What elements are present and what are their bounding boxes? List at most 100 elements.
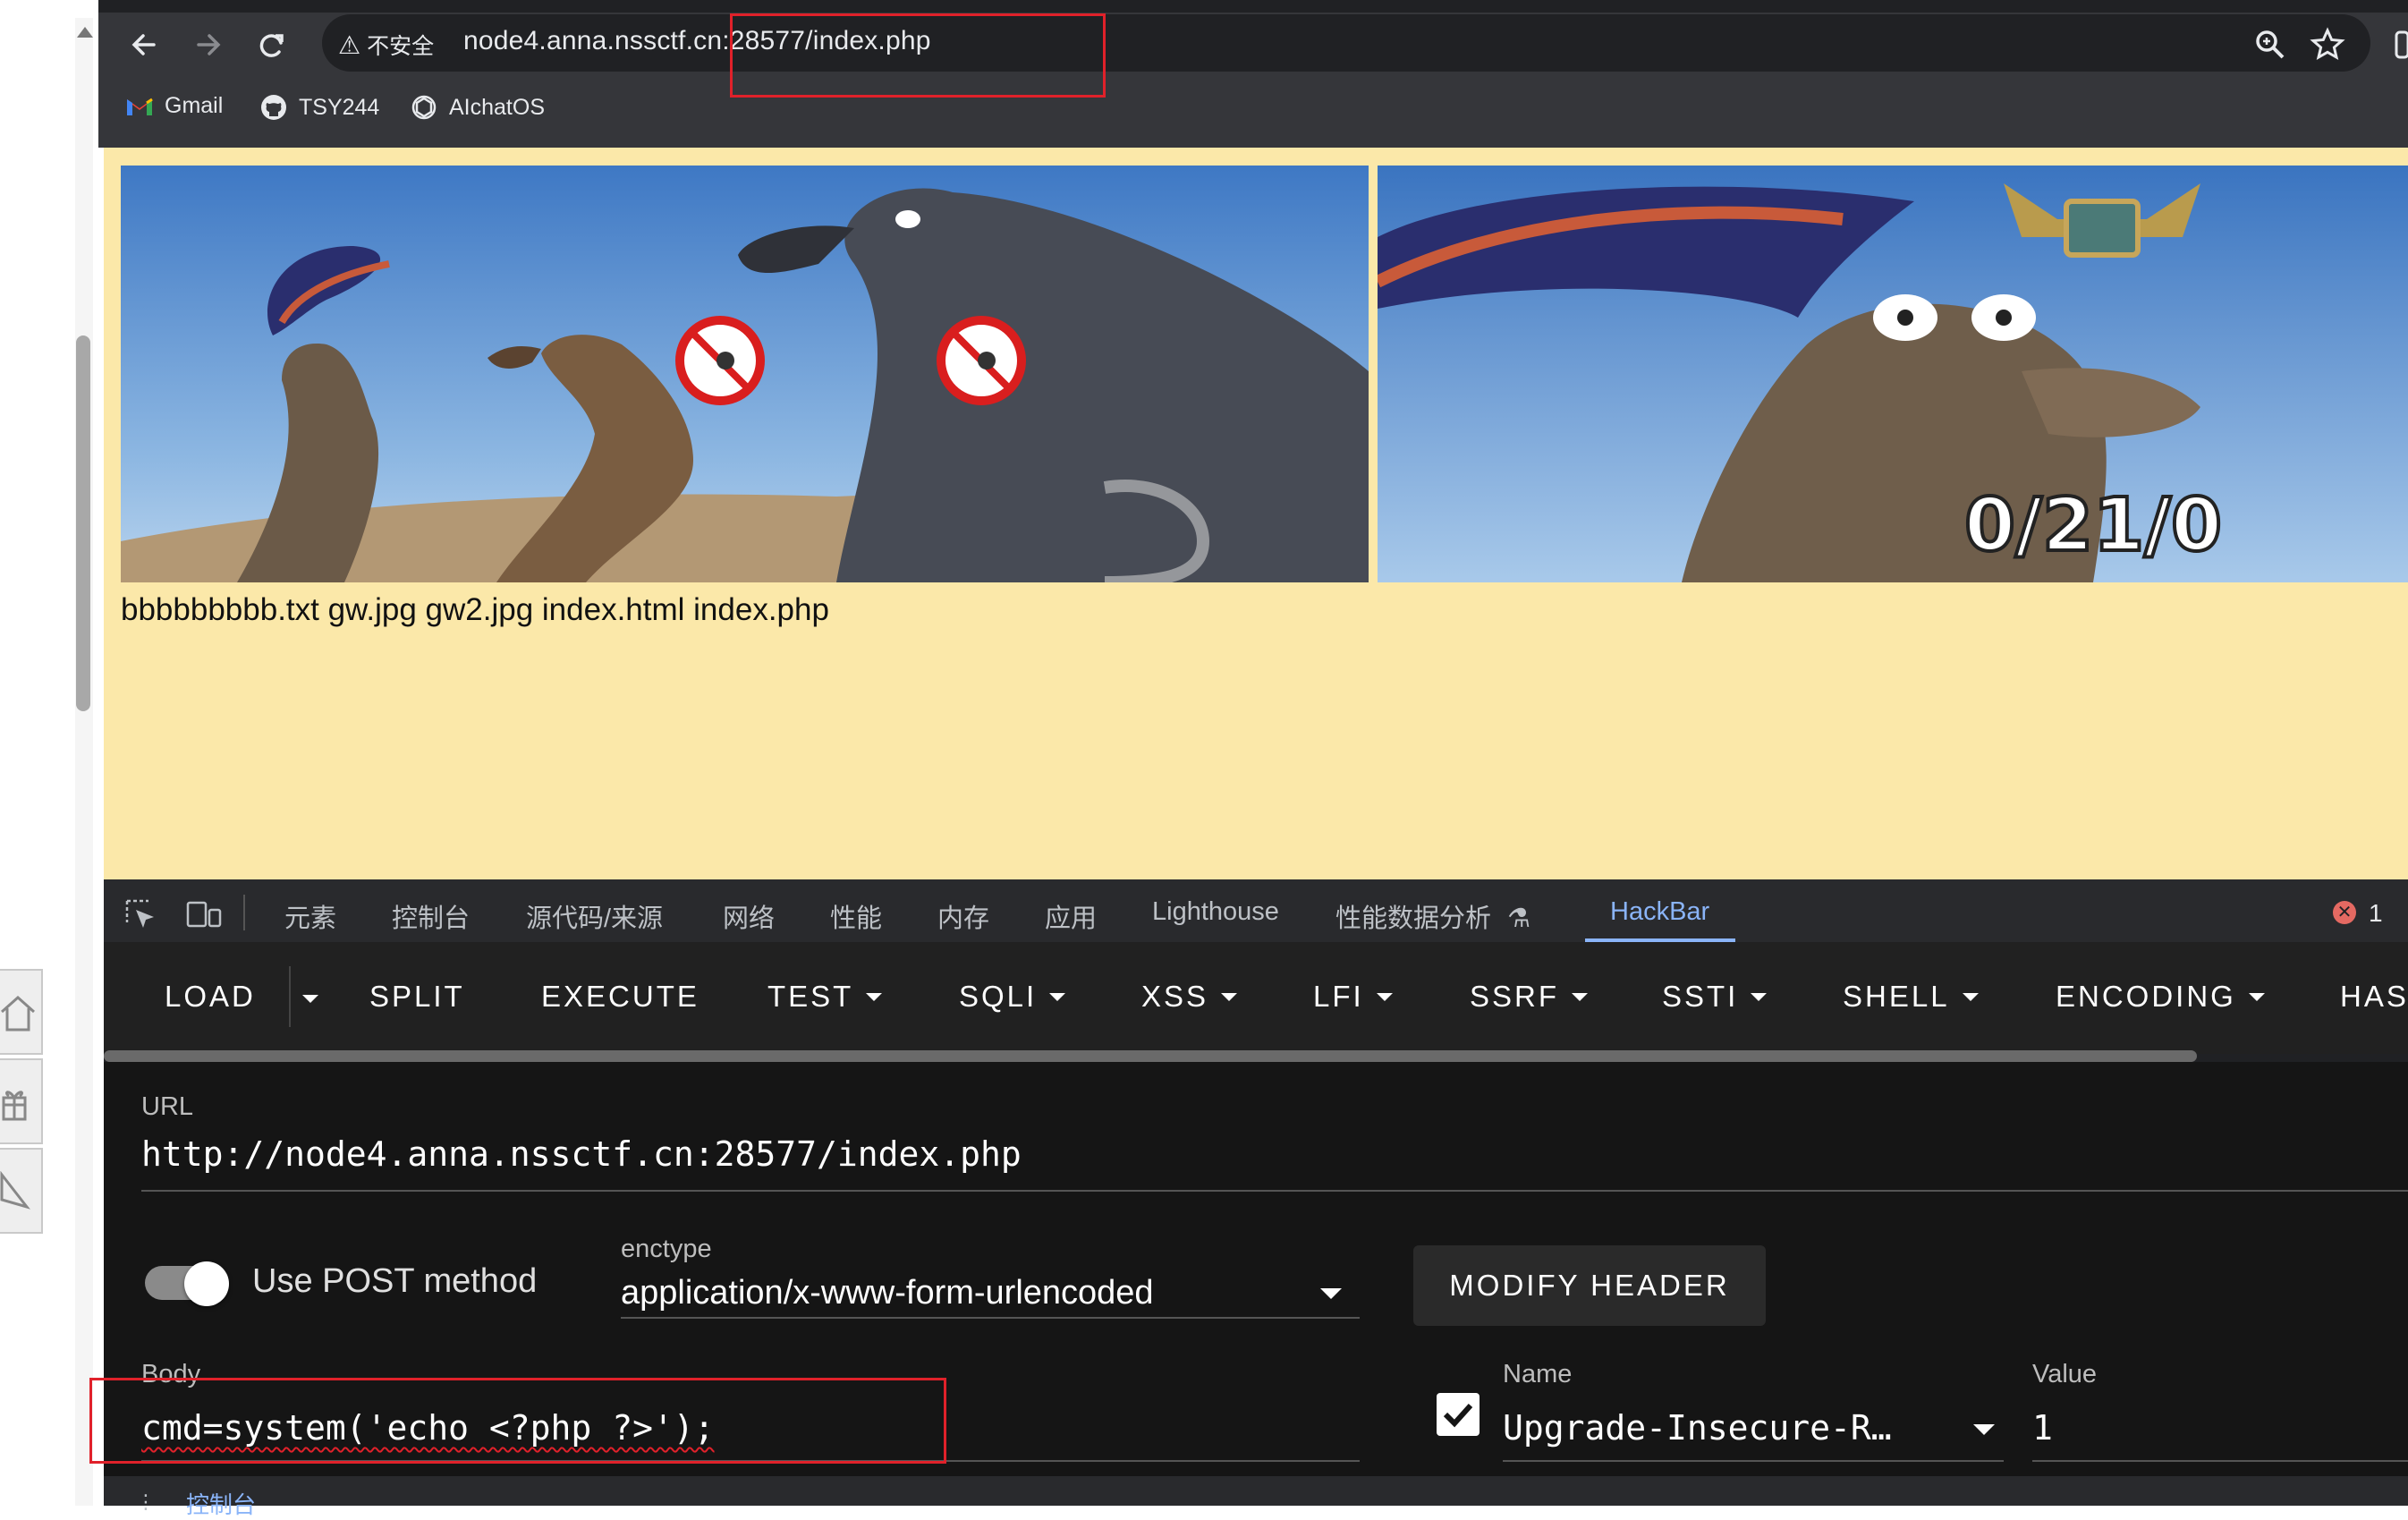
chevron-down-icon bbox=[1962, 992, 1979, 1001]
gw-image bbox=[121, 166, 1369, 582]
console-drawer bbox=[104, 1476, 2408, 1506]
execute-button[interactable]: EXECUTE bbox=[541, 980, 700, 1014]
bookmark-label: TSY244 bbox=[299, 94, 380, 120]
tab-sources[interactable]: 源代码/来源 bbox=[526, 897, 663, 935]
top-side-button[interactable] bbox=[0, 1148, 43, 1234]
url-input-underline bbox=[141, 1190, 2408, 1192]
reload-icon[interactable] bbox=[252, 25, 292, 64]
shell-label: SHELL bbox=[1843, 980, 1950, 1013]
tab-label: 性能数据分析 bbox=[1335, 904, 1492, 933]
chevron-down-icon bbox=[1221, 992, 1238, 1001]
github-icon bbox=[261, 95, 286, 120]
chevron-down-icon bbox=[2248, 992, 2265, 1001]
drawer-menu-icon[interactable]: ⋮ bbox=[136, 1490, 156, 1514]
tab-memory[interactable]: 内存 bbox=[937, 897, 989, 935]
enctype-select[interactable]: application/x-www-form-urlencoded bbox=[621, 1274, 1154, 1312]
left-scroll-thumb[interactable] bbox=[76, 335, 90, 711]
gift-icon bbox=[2, 1091, 27, 1121]
post-toggle-knob[interactable] bbox=[184, 1261, 229, 1306]
insecure-badge[interactable]: ⚠ 不安全 bbox=[338, 29, 434, 61]
bookmark-gmail[interactable]: Gmail bbox=[125, 93, 223, 119]
inspect-element-icon[interactable] bbox=[123, 897, 157, 931]
tab-lighthouse[interactable]: Lighthouse bbox=[1152, 897, 1279, 927]
forward-icon[interactable] bbox=[188, 25, 227, 64]
home-side-button[interactable] bbox=[0, 969, 43, 1055]
zoom-icon[interactable] bbox=[2252, 27, 2288, 63]
enctype-underline bbox=[621, 1317, 1360, 1319]
header-name-label: Name bbox=[1503, 1360, 1573, 1388]
encoding-menu[interactable]: ENCODING bbox=[2056, 980, 2265, 1014]
warning-icon: ⚠ bbox=[338, 31, 361, 59]
directory-listing: bbbbbbbbb.txt gw.jpg gw2.jpg index.html … bbox=[121, 592, 829, 627]
xss-menu[interactable]: XSS bbox=[1141, 980, 1238, 1014]
header-value-input[interactable]: 1 bbox=[2032, 1408, 2053, 1448]
bookmark-tsy244[interactable]: TSY244 bbox=[259, 93, 379, 122]
shell-menu[interactable]: SHELL bbox=[1843, 980, 1979, 1014]
chevron-down-icon bbox=[1376, 992, 1393, 1001]
url-annotation-box bbox=[730, 13, 1106, 98]
extension-icon[interactable] bbox=[2394, 29, 2408, 61]
tab-console[interactable]: 控制台 bbox=[392, 897, 470, 935]
encoding-label: ENCODING bbox=[2056, 980, 2236, 1013]
tab-performance-insights[interactable]: 性能数据分析 ⚗ bbox=[1335, 897, 1530, 935]
tab-strip bbox=[98, 0, 2408, 13]
toolbar-scrollbar[interactable] bbox=[104, 1050, 2197, 1062]
load-split-divider bbox=[289, 966, 291, 1027]
ssti-label: SSTI bbox=[1662, 980, 1739, 1013]
error-count[interactable]: 1 bbox=[2369, 899, 2383, 928]
home-icon bbox=[1, 995, 35, 1032]
tab-divider bbox=[243, 895, 245, 930]
back-icon[interactable] bbox=[125, 25, 165, 64]
sqli-menu[interactable]: SQLI bbox=[959, 980, 1066, 1014]
load-dropdown-icon[interactable] bbox=[302, 995, 318, 1003]
ssrf-menu[interactable]: SSRF bbox=[1470, 980, 1589, 1014]
gmail-icon bbox=[127, 98, 153, 115]
tab-performance[interactable]: 性能 bbox=[830, 897, 882, 935]
lfi-menu[interactable]: LFI bbox=[1313, 980, 1393, 1014]
test-menu[interactable]: TEST bbox=[767, 980, 883, 1014]
tab-application[interactable]: 应用 bbox=[1045, 897, 1097, 935]
test-label: TEST bbox=[767, 980, 854, 1013]
chevron-down-icon bbox=[1049, 992, 1066, 1001]
send-top-icon bbox=[0, 1171, 31, 1210]
hashing-menu[interactable]: HAS bbox=[2340, 980, 2408, 1014]
bookmark-aichatos[interactable]: AIchatOS bbox=[410, 93, 545, 122]
gift-side-button[interactable] bbox=[0, 1058, 43, 1144]
chevron-down-icon bbox=[866, 992, 883, 1001]
sqli-label: SQLI bbox=[959, 980, 1038, 1013]
header-name-underline bbox=[1503, 1460, 2004, 1462]
chevron-down-icon bbox=[1751, 992, 1768, 1001]
load-button[interactable]: LOAD bbox=[165, 980, 256, 1014]
scroll-up-arrow-icon[interactable] bbox=[77, 27, 93, 38]
error-icon[interactable]: ✕ bbox=[2333, 901, 2356, 924]
tab-elements[interactable]: 元素 bbox=[284, 897, 336, 935]
modify-header-button[interactable]: MODIFY HEADER bbox=[1413, 1245, 1766, 1326]
left-scrollbar[interactable] bbox=[75, 18, 93, 1506]
chevron-down-icon[interactable] bbox=[1320, 1288, 1342, 1299]
header-enabled-checkbox[interactable] bbox=[1437, 1393, 1480, 1436]
ssti-menu[interactable]: SSTI bbox=[1662, 980, 1768, 1014]
header-value-underline bbox=[2032, 1460, 2408, 1462]
checkmark-icon bbox=[1443, 1403, 1473, 1428]
url-label: URL bbox=[141, 1092, 194, 1121]
star-icon[interactable] bbox=[2310, 27, 2345, 63]
xss-label: XSS bbox=[1141, 980, 1209, 1013]
device-toolbar-icon[interactable] bbox=[184, 897, 224, 931]
gw2-image: 0/21/0 bbox=[1378, 166, 2408, 582]
openai-icon bbox=[411, 95, 437, 120]
tab-hackbar[interactable]: HackBar bbox=[1610, 897, 1709, 927]
body-annotation-box bbox=[89, 1378, 946, 1464]
bookmark-label: Gmail bbox=[165, 93, 224, 118]
chevron-down-icon[interactable] bbox=[1973, 1424, 1995, 1435]
flask-icon: ⚗ bbox=[1507, 904, 1531, 933]
tab-network[interactable]: 网络 bbox=[723, 897, 775, 935]
header-name-select[interactable]: Upgrade-Insecure-R… bbox=[1503, 1408, 1892, 1448]
header-value-label: Value bbox=[2032, 1360, 2098, 1388]
post-method-label: Use POST method bbox=[252, 1262, 538, 1300]
kda-caption: 0/21/0 bbox=[1964, 483, 2222, 568]
split-button[interactable]: SPLIT bbox=[369, 980, 465, 1014]
url-input[interactable]: http://node4.anna.nssctf.cn:28577/index.… bbox=[141, 1134, 1022, 1174]
enctype-label: enctype bbox=[621, 1235, 712, 1263]
console-drawer-tab[interactable]: 控制台 bbox=[186, 1487, 256, 1520]
chevron-down-icon bbox=[1572, 992, 1589, 1001]
